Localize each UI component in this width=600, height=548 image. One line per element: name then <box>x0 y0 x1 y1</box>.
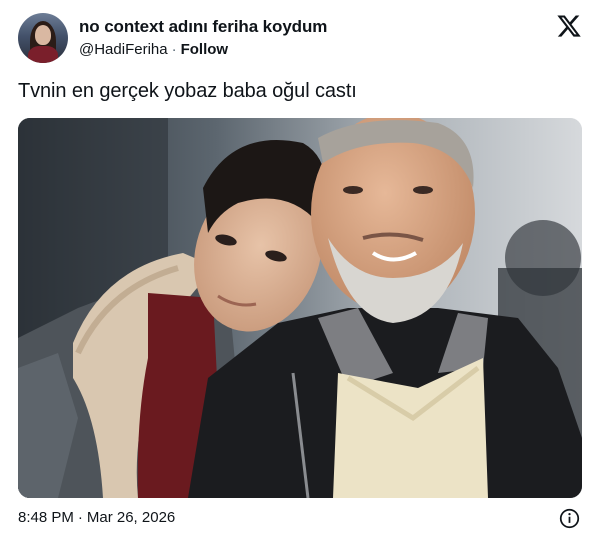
follow-button[interactable]: Follow <box>181 41 229 58</box>
avatar[interactable] <box>18 13 68 63</box>
author-display-name[interactable]: no context adını feriha koydum <box>79 17 327 37</box>
tweet-photo[interactable] <box>18 118 582 498</box>
tweet-timestamp[interactable]: 8:48 PM · Mar 26, 2026 <box>18 509 175 526</box>
tweet-text: Tvnin en gerçek yobaz baba oğul castı <box>18 80 357 102</box>
tweet-date: Mar 26, 2026 <box>86 509 176 526</box>
handle-separator: · <box>171 41 177 58</box>
timestamp-separator: · <box>77 509 83 526</box>
info-icon[interactable] <box>559 508 580 529</box>
x-logo-icon[interactable] <box>556 13 582 39</box>
avatar-face <box>35 25 51 45</box>
photo-illustration <box>18 118 582 498</box>
author-handle-line: @HadiFeriha · Follow <box>79 41 228 58</box>
author-handle[interactable]: @HadiFeriha <box>79 41 168 58</box>
tweet-time: 8:48 PM <box>18 509 74 526</box>
tweet-card: no context adını feriha koydum @HadiFeri… <box>0 0 600 548</box>
avatar-body <box>28 46 58 63</box>
